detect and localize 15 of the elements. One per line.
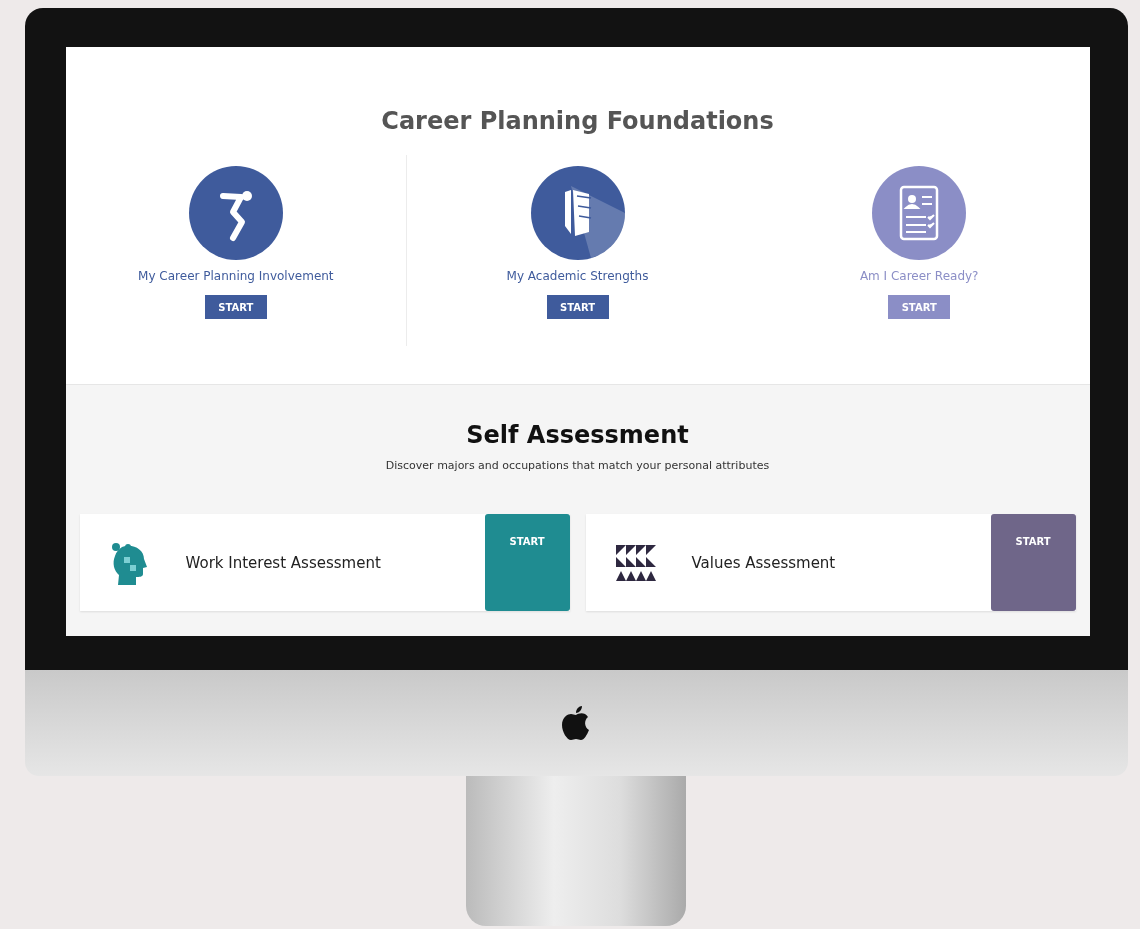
- section-subtitle: Discover majors and occupations that match your personal attributes: [385, 459, 770, 472]
- start-button[interactable]: START: [484, 514, 570, 611]
- section-title: Career Planning Foundations: [381, 107, 774, 135]
- apple-logo-icon: [561, 705, 591, 741]
- assessment-title: Values Assessment: [691, 553, 837, 572]
- assessment-title: My Career Planning Involvement: [138, 269, 334, 283]
- start-button[interactable]: START: [888, 295, 951, 319]
- puzzle-head-icon: [109, 540, 150, 585]
- start-button[interactable]: START: [990, 514, 1076, 611]
- start-button[interactable]: START: [546, 295, 609, 319]
- assessment-title: My Academic Strengths: [506, 269, 649, 283]
- assessment-title: Work Interest Assessment: [185, 553, 382, 572]
- start-button[interactable]: START: [204, 295, 267, 319]
- assessment-title: Am I Career Ready?: [859, 269, 979, 283]
- section-title: Self Assessment: [466, 421, 689, 449]
